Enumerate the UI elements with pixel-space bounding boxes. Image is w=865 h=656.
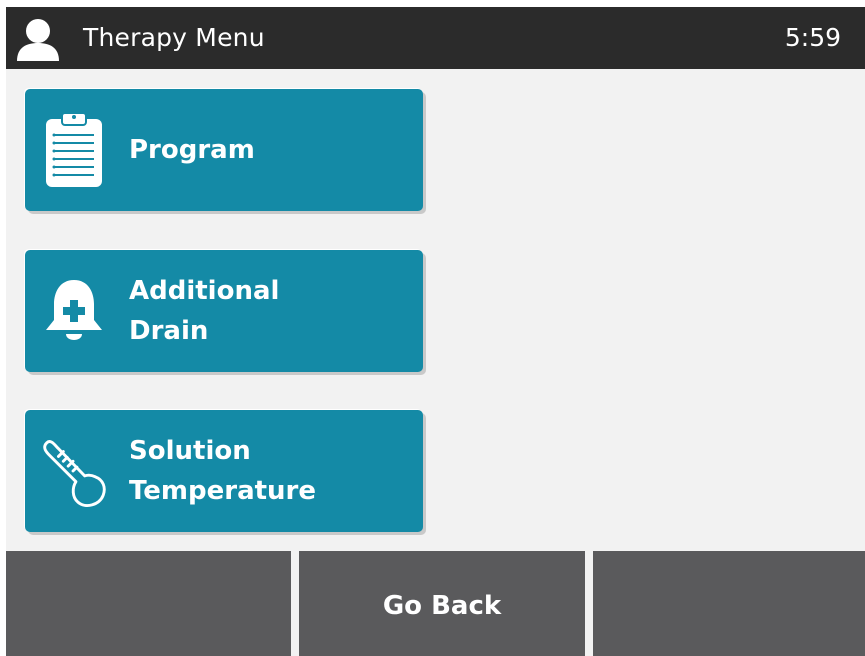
footer-right-button[interactable]	[593, 551, 865, 656]
solution-temperature-button[interactable]: Solution Temperature	[25, 410, 423, 532]
footer-bar: Go Back	[6, 551, 865, 656]
user-icon	[17, 19, 59, 61]
go-back-button[interactable]: Go Back	[299, 551, 585, 656]
footer-left-button[interactable]	[6, 551, 291, 656]
solution-temperature-label: Solution Temperature	[129, 436, 317, 506]
header-bar: Therapy Menu 5:59	[6, 7, 865, 69]
thermometer-icon	[39, 433, 109, 509]
program-label: Program	[129, 135, 255, 165]
additional-drain-button[interactable]: Additional Drain	[25, 250, 423, 372]
clock-time: 5:59	[784, 23, 841, 52]
go-back-label: Go Back	[382, 591, 502, 621]
therapy-menu-screen: Therapy Menu 5:59 Program Additional Dra…	[6, 7, 865, 656]
clipboard-list-icon	[39, 112, 109, 188]
additional-drain-label: Additional Drain	[129, 276, 280, 346]
alarm-bell-plus-icon	[39, 273, 109, 349]
page-title: Therapy Menu	[83, 23, 265, 52]
program-button[interactable]: Program	[25, 89, 423, 211]
